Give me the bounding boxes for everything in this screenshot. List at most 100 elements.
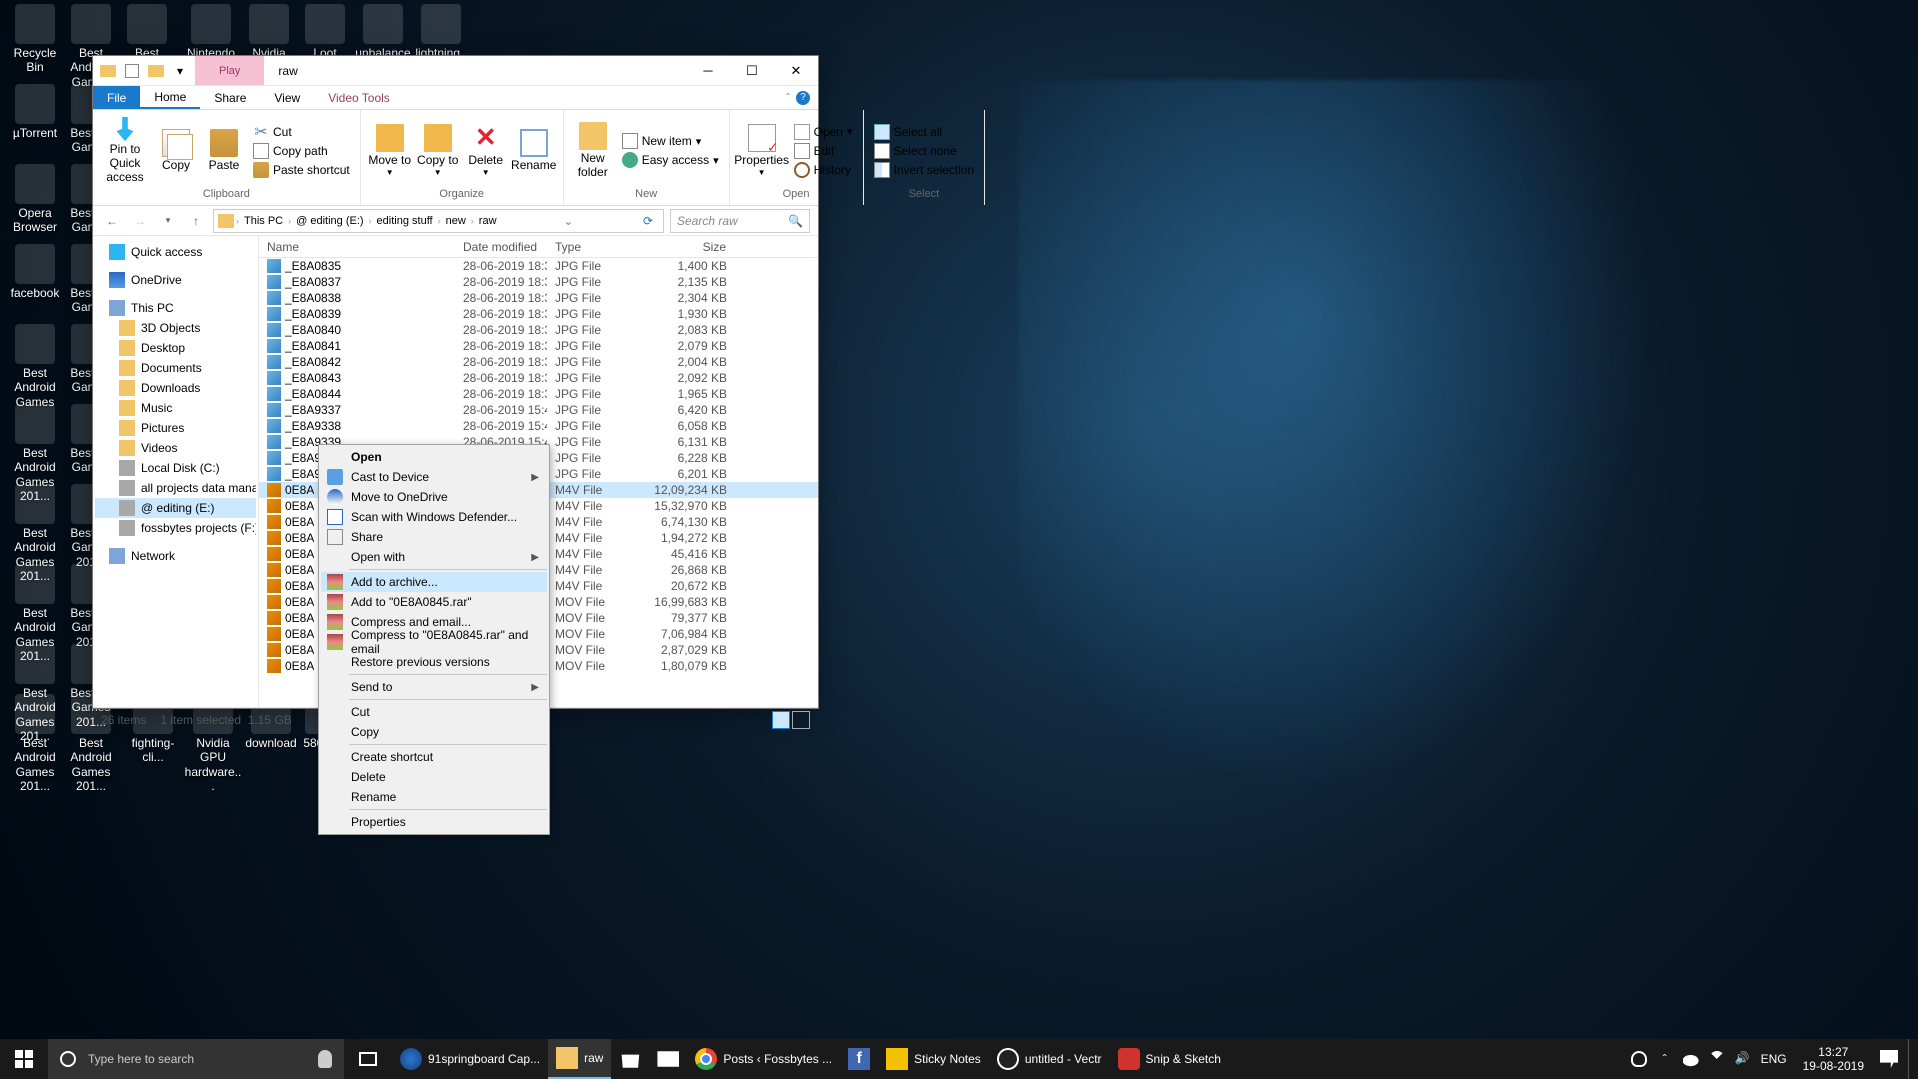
nav-quick-access[interactable]: Quick access: [95, 242, 256, 262]
file-row[interactable]: _E8A084028-06-2019 18:34JPG File2,083 KB: [259, 322, 818, 338]
notification-icon[interactable]: [1880, 1050, 1898, 1068]
nav-item[interactable]: @ editing (E:): [95, 498, 256, 518]
taskbar-app[interactable]: Snip & Sketch: [1110, 1039, 1229, 1079]
tab-home[interactable]: Home: [140, 86, 200, 109]
menu-item[interactable]: Send to▶: [321, 677, 547, 697]
volume-icon[interactable]: 🔊: [1735, 1051, 1751, 1067]
menu-item[interactable]: Create shortcut: [321, 747, 547, 767]
easy-access-button[interactable]: Easy access ▾: [618, 151, 723, 169]
file-row[interactable]: _E8A084328-06-2019 18:34JPG File2,092 KB: [259, 370, 818, 386]
file-row[interactable]: _E8A084428-06-2019 18:34JPG File1,965 KB: [259, 386, 818, 402]
desktop-icon[interactable]: Best Android Games: [6, 324, 64, 409]
column-date[interactable]: Date modified: [455, 240, 547, 254]
nav-item[interactable]: Pictures: [95, 418, 256, 438]
menu-item[interactable]: Delete: [321, 767, 547, 787]
menu-item[interactable]: Compress to "0E8A0845.rar" and email: [321, 632, 547, 652]
people-icon[interactable]: [1631, 1051, 1647, 1067]
file-row[interactable]: _E8A083528-06-2019 18:34JPG File1,400 KB: [259, 258, 818, 274]
taskbar-search[interactable]: Type here to search: [48, 1039, 344, 1079]
thumbnails-view-button[interactable]: [792, 711, 810, 729]
nav-item[interactable]: Videos: [95, 438, 256, 458]
desktop-icon[interactable]: facebook: [6, 244, 64, 300]
wifi-icon[interactable]: [1705, 1048, 1728, 1071]
column-name[interactable]: Name: [259, 240, 455, 254]
copy-path-button[interactable]: Copy path: [249, 142, 354, 160]
nav-item[interactable]: Music: [95, 398, 256, 418]
menu-item[interactable]: Rename: [321, 787, 547, 807]
address-bar[interactable]: › This PC› @ editing (E:)› editing stuff…: [213, 209, 664, 233]
desktop-icon[interactable]: Recycle Bin: [6, 4, 64, 75]
refresh-button[interactable]: ⟳: [637, 214, 659, 228]
delete-button[interactable]: ✕Delete▼: [463, 117, 509, 185]
file-row[interactable]: _E8A933828-06-2019 15:41JPG File6,058 KB: [259, 418, 818, 434]
desktop-icon[interactable]: µTorrent: [6, 84, 64, 140]
menu-item[interactable]: Move to OneDrive: [321, 487, 547, 507]
pin-quick-access-button[interactable]: Pin to Quick access: [99, 117, 151, 185]
mic-icon[interactable]: [318, 1050, 332, 1068]
search-input[interactable]: Search raw 🔍: [670, 209, 810, 233]
show-desktop-button[interactable]: [1908, 1039, 1914, 1079]
nav-item[interactable]: Desktop: [95, 338, 256, 358]
desktop-icon[interactable]: Nintendo: [182, 4, 240, 60]
invert-selection-button[interactable]: Invert selection: [870, 161, 979, 179]
copy-button[interactable]: Copy: [153, 117, 199, 185]
file-row[interactable]: _E8A933728-06-2019 15:41JPG File6,420 KB: [259, 402, 818, 418]
breadcrumb-drive[interactable]: @ editing (E:): [293, 215, 366, 227]
nav-network[interactable]: Network: [95, 546, 256, 566]
task-view-button[interactable]: [344, 1039, 392, 1079]
edit-button[interactable]: Edit: [790, 142, 857, 160]
qat-newfolder-icon[interactable]: [145, 60, 167, 82]
paste-shortcut-button[interactable]: Paste shortcut: [249, 161, 354, 179]
breadcrumb-folder2[interactable]: new: [443, 215, 469, 227]
select-none-button[interactable]: Select none: [870, 142, 979, 160]
nav-this-pc[interactable]: This PC: [95, 298, 256, 318]
search-icon[interactable]: 🔍: [788, 214, 803, 228]
tab-share[interactable]: Share: [200, 86, 260, 109]
menu-item[interactable]: Properties: [321, 812, 547, 832]
menu-item[interactable]: Open: [321, 447, 547, 467]
menu-item[interactable]: Add to "0E8A0845.rar": [321, 592, 547, 612]
new-item-button[interactable]: New item ▾: [618, 132, 723, 150]
file-row[interactable]: _E8A084128-06-2019 18:34JPG File2,079 KB: [259, 338, 818, 354]
menu-item[interactable]: Copy: [321, 722, 547, 742]
breadcrumb-current[interactable]: raw: [476, 215, 500, 227]
start-button[interactable]: [0, 1039, 48, 1079]
desktop-icon[interactable]: Best Android Games 201...: [6, 694, 64, 794]
file-row[interactable]: _E8A084228-06-2019 18:34JPG File2,004 KB: [259, 354, 818, 370]
close-button[interactable]: ✕: [774, 56, 818, 85]
taskbar-app[interactable]: Sticky Notes: [878, 1039, 989, 1079]
taskbar-app[interactable]: [649, 1039, 687, 1079]
copy-to-button[interactable]: Copy to▼: [415, 117, 461, 185]
qat-folder-icon[interactable]: [97, 60, 119, 82]
taskbar-app[interactable]: untitled - Vectr: [989, 1039, 1110, 1079]
file-row[interactable]: _E8A083728-06-2019 18:34JPG File2,135 KB: [259, 274, 818, 290]
ribbon-collapse-icon[interactable]: ˆ: [786, 91, 790, 105]
details-view-button[interactable]: [772, 711, 790, 729]
menu-item[interactable]: Open with▶: [321, 547, 547, 567]
nav-item[interactable]: Local Disk (C:): [95, 458, 256, 478]
nav-item[interactable]: 3D Objects: [95, 318, 256, 338]
menu-item[interactable]: Scan with Windows Defender...: [321, 507, 547, 527]
menu-item[interactable]: Share: [321, 527, 547, 547]
nav-item[interactable]: fossbytes projects (F:): [95, 518, 256, 538]
qat-dropdown-icon[interactable]: ▾: [169, 60, 191, 82]
nav-onedrive[interactable]: OneDrive: [95, 270, 256, 290]
onedrive-tray-icon[interactable]: [1683, 1051, 1699, 1067]
open-button[interactable]: Open ▾: [790, 123, 857, 141]
rename-button[interactable]: Rename: [511, 117, 557, 185]
tab-view[interactable]: View: [260, 86, 314, 109]
properties-button[interactable]: Properties▼: [736, 117, 788, 185]
breadcrumb-pc[interactable]: This PC: [241, 215, 286, 227]
language-indicator[interactable]: ENG: [1761, 1052, 1787, 1066]
title-bar[interactable]: ▾ Play raw ─ ☐ ✕: [93, 56, 818, 86]
new-folder-button[interactable]: New folder: [570, 117, 616, 185]
desktop-icon[interactable]: Opera Browser: [6, 164, 64, 235]
clock[interactable]: 13:27 19-08-2019: [1797, 1045, 1870, 1074]
forward-button[interactable]: →: [129, 210, 151, 232]
help-icon[interactable]: ?: [796, 91, 810, 105]
breadcrumb-folder1[interactable]: editing stuff: [374, 215, 436, 227]
cut-button[interactable]: ✂Cut: [249, 123, 354, 141]
recent-dropdown[interactable]: ▾: [157, 210, 179, 232]
move-to-button[interactable]: Move to▼: [367, 117, 413, 185]
taskbar-app[interactable]: Posts ‹ Fossbytes ...: [687, 1039, 840, 1079]
